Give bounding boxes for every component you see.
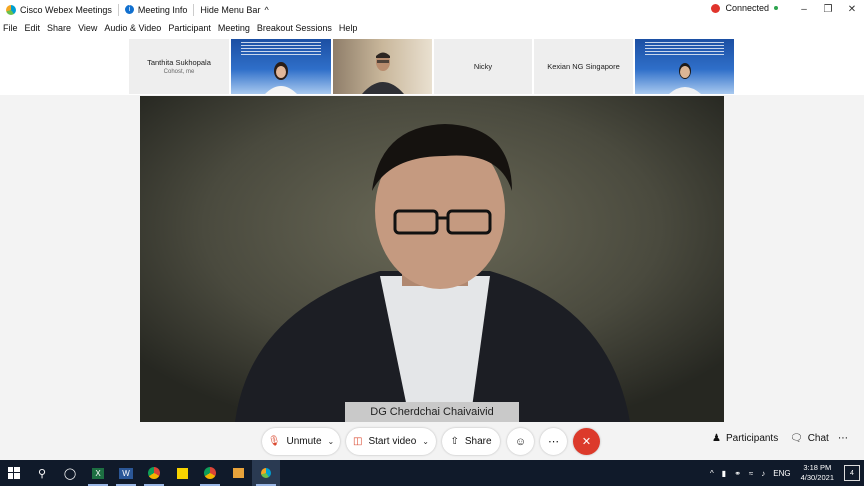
- participant-strip: Tanthita Sukhopala Cohost, me Nicky Kexi…: [0, 37, 864, 95]
- window-controls: – ❐ ✕: [792, 0, 864, 19]
- shared-slide-text: [645, 42, 724, 56]
- menu-share[interactable]: Share: [47, 23, 71, 33]
- participant-tile[interactable]: Kexian NG Singapore: [534, 39, 633, 94]
- battery-icon[interactable]: ▮: [722, 469, 726, 478]
- app-title: Cisco Webex Meetings: [0, 0, 118, 19]
- chevron-up-icon: ^: [264, 4, 269, 15]
- chat-label: Chat: [807, 433, 829, 444]
- video-off-icon: ◫: [353, 436, 363, 447]
- more-icon: ⋯: [838, 433, 848, 444]
- record-icon: [711, 3, 721, 13]
- volume-icon[interactable]: ♪: [761, 469, 765, 478]
- speaker-video-frame: [140, 96, 724, 422]
- chevron-up-icon[interactable]: ^: [710, 469, 714, 478]
- start-video-label: Start video: [368, 436, 417, 447]
- webex-taskbar-icon[interactable]: [252, 460, 280, 486]
- reactions-button[interactable]: ☺: [507, 428, 534, 455]
- menu-audio-video[interactable]: Audio & Video: [104, 23, 161, 33]
- minimize-icon[interactable]: –: [792, 0, 816, 19]
- participants-label: Participants: [725, 433, 779, 444]
- connection-status: Connected: [711, 3, 778, 13]
- participant-tile[interactable]: Tanthita Sukhopala Cohost, me: [129, 39, 229, 94]
- participant-video-tile[interactable]: [231, 39, 331, 94]
- active-speaker-name: DG Cherdchai Chaivaivid: [345, 402, 519, 422]
- windows-taskbar: ⚲ ◯ X W ^ ▮ ⚭ ≈ ♪ ENG 3:18 PM 4/30/2021 …: [0, 460, 864, 486]
- language-indicator[interactable]: ENG: [773, 469, 790, 478]
- clock-date: 4/30/2021: [800, 473, 834, 482]
- more-options-button[interactable]: ⋯: [540, 428, 567, 455]
- close-icon: ✕: [581, 436, 592, 448]
- menu-view[interactable]: View: [78, 23, 97, 33]
- participant-name: Tanthita Sukhopala: [147, 58, 211, 67]
- share-icon: ⇧: [450, 436, 459, 447]
- chat-button[interactable]: 🗨 Chat: [790, 433, 829, 444]
- close-icon[interactable]: ✕: [840, 0, 864, 19]
- end-meeting-button[interactable]: ✕: [573, 428, 600, 455]
- wifi-icon[interactable]: ≈: [749, 469, 753, 478]
- participant-video-person: [668, 63, 701, 94]
- chrome-icon[interactable]: [196, 460, 224, 486]
- network-icon[interactable]: ⚭: [734, 469, 741, 478]
- participant-name: Kexian NG Singapore: [547, 62, 620, 71]
- meeting-info-label: Meeting Info: [137, 4, 188, 15]
- window-titlebar: Cisco Webex Meetings i Meeting Info Hide…: [0, 0, 864, 19]
- more-icon: ⋯: [548, 436, 559, 448]
- unmute-button[interactable]: 🎙 Unmute ⌄: [262, 428, 340, 455]
- meeting-controls: 🎙 Unmute ⌄ ◫ Start video ⌄ ⇧ Share ☺ ⋯ ✕…: [0, 424, 864, 460]
- participant-video-person: [265, 62, 297, 94]
- excel-icon[interactable]: X: [84, 460, 112, 486]
- share-button[interactable]: ⇧ Share: [442, 428, 500, 455]
- media-player-icon[interactable]: [224, 460, 252, 486]
- chrome-icon[interactable]: [140, 460, 168, 486]
- participant-video-tile[interactable]: [333, 39, 432, 94]
- status-dot-icon: [774, 6, 778, 10]
- word-icon[interactable]: W: [112, 460, 140, 486]
- participant-video-person: [361, 52, 404, 94]
- chat-bubble-icon: 🗨: [790, 433, 803, 444]
- menu-meeting[interactable]: Meeting: [218, 23, 250, 33]
- chevron-down-icon[interactable]: ⌄: [328, 437, 335, 446]
- windows-start-icon[interactable]: [0, 460, 28, 486]
- menu-help[interactable]: Help: [339, 23, 358, 33]
- panel-more-button[interactable]: ⋯: [838, 433, 848, 444]
- info-icon: i: [124, 5, 134, 14]
- task-view-icon[interactable]: ◯: [56, 460, 84, 486]
- connection-status-text: Connected: [725, 3, 769, 13]
- notifications-icon[interactable]: 4: [844, 465, 860, 481]
- unmute-label: Unmute: [286, 436, 322, 447]
- hide-menu-bar-label: Hide Menu Bar: [200, 4, 261, 15]
- restore-icon[interactable]: ❐: [816, 0, 840, 19]
- muted-microphone-icon: 🎙: [267, 436, 281, 447]
- webex-logo-icon: [6, 4, 16, 15]
- smiley-icon: ☺: [514, 435, 527, 448]
- participant-name: Nicky: [473, 62, 493, 71]
- menu-participant[interactable]: Participant: [168, 23, 211, 33]
- start-video-button[interactable]: ◫ Start video ⌄: [346, 428, 436, 455]
- sticky-notes-icon[interactable]: [168, 460, 196, 486]
- shared-slide-text: [241, 42, 321, 56]
- participant-video-tile[interactable]: [635, 39, 734, 94]
- app-title-text: Cisco Webex Meetings: [20, 4, 112, 15]
- chevron-down-icon[interactable]: ⌄: [422, 437, 429, 446]
- active-speaker-video: [140, 96, 724, 422]
- menu-file[interactable]: File: [3, 23, 18, 33]
- system-tray: ^ ▮ ⚭ ≈ ♪ ENG 3:18 PM 4/30/2021 4: [706, 460, 864, 486]
- participants-button[interactable]: ♟ Participants: [712, 433, 778, 444]
- search-icon[interactable]: ⚲: [28, 460, 56, 486]
- participant-role: Cohost, me: [163, 69, 195, 75]
- participant-tile[interactable]: Nicky: [434, 39, 532, 94]
- menu-breakout-sessions[interactable]: Breakout Sessions: [257, 23, 332, 33]
- menu-edit[interactable]: Edit: [25, 23, 41, 33]
- share-label: Share: [464, 436, 492, 447]
- clock[interactable]: 3:18 PM 4/30/2021: [801, 463, 834, 483]
- person-icon: ♟: [712, 433, 721, 444]
- hide-menu-bar-button[interactable]: Hide Menu Bar ^: [194, 0, 274, 19]
- menu-bar: File Edit Share View Audio & Video Parti…: [0, 19, 864, 37]
- meeting-info-button[interactable]: i Meeting Info: [119, 0, 194, 19]
- clock-time: 3:18 PM: [803, 463, 832, 472]
